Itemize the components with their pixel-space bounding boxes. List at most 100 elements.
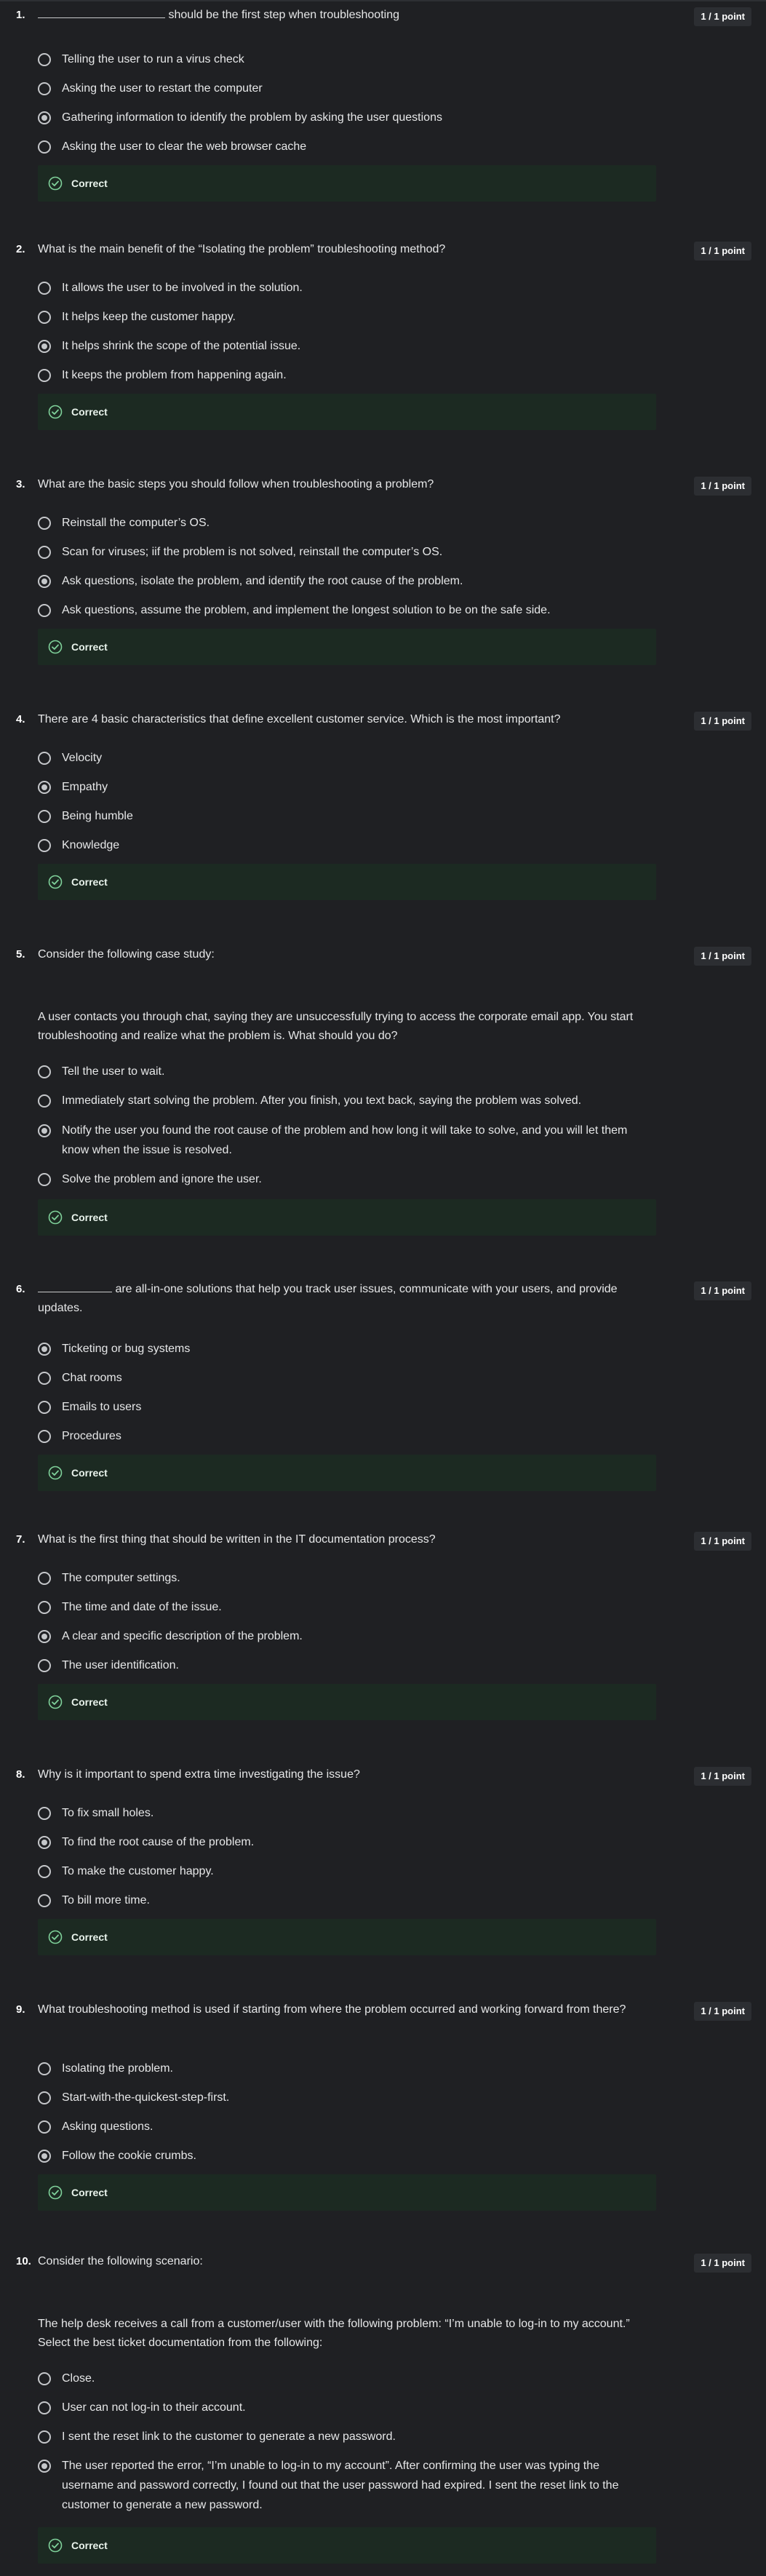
radio-button-icon[interactable] <box>38 1124 51 1137</box>
question-number: 1. <box>16 9 25 21</box>
feedback-label: Correct <box>71 1467 108 1479</box>
question-prompt: What is the main benefit of the “Isolati… <box>38 243 446 255</box>
radio-button-icon[interactable] <box>38 369 51 382</box>
feedback-correct: Correct <box>38 1199 656 1236</box>
feedback-label: Correct <box>71 2540 108 2551</box>
radio-button-icon[interactable] <box>38 604 51 617</box>
question-prompt: should be the first step when troublesho… <box>38 6 642 25</box>
radio-button-icon[interactable] <box>38 1401 51 1414</box>
feedback-correct: Correct <box>38 1684 656 1720</box>
radio-button-icon[interactable] <box>38 2401 51 2414</box>
radio-button-icon[interactable] <box>38 2150 51 2163</box>
radio-button-icon[interactable] <box>38 1601 51 1614</box>
answer-option-label: Velocity <box>62 752 103 764</box>
radio-button-icon[interactable] <box>38 1372 51 1385</box>
radio-button-icon[interactable] <box>38 111 51 124</box>
answer-option-label: To bill more time. <box>62 1894 150 1907</box>
answer-option-label: The time and date of the issue. <box>62 1601 222 1613</box>
feedback-label: Correct <box>71 641 108 653</box>
radio-button-icon[interactable] <box>38 1430 51 1443</box>
radio-button-icon[interactable] <box>38 752 51 765</box>
question-prompt-text: are all-in-one solutions that help you t… <box>38 1283 618 1314</box>
answer-option-label: Isolating the problem. <box>62 2062 173 2075</box>
radio-button-icon[interactable] <box>38 517 51 530</box>
fill-in-blank <box>38 1281 112 1292</box>
answer-option-label: Gathering information to identify the pr… <box>62 111 442 124</box>
radio-button-icon[interactable] <box>38 1807 51 1820</box>
radio-button-icon[interactable] <box>38 2460 51 2473</box>
radio-button-icon[interactable] <box>38 53 51 66</box>
answer-option-label: Scan for viruses; iif the problem is not… <box>62 546 443 558</box>
answer-option-label: Ask questions, assume the problem, and i… <box>62 604 551 616</box>
check-circle-icon <box>48 1210 63 1225</box>
radio-button-icon[interactable] <box>38 1094 51 1108</box>
radio-button-icon[interactable] <box>38 781 51 794</box>
radio-button-icon[interactable] <box>38 140 51 154</box>
question-prompt: Consider the following scenario: <box>38 2255 203 2267</box>
answer-option-label: Notify the user you found the root cause… <box>62 1124 628 1156</box>
answer-option-label: Emails to users <box>62 1401 142 1413</box>
answer-option-label: Ask questions, isolate the problem, and … <box>62 575 463 587</box>
radio-button-icon[interactable] <box>38 311 51 324</box>
radio-button-icon[interactable] <box>38 340 51 353</box>
radio-button-icon[interactable] <box>38 82 51 95</box>
feedback-label: Correct <box>71 1931 108 1943</box>
radio-button-icon[interactable] <box>38 1343 51 1356</box>
radio-button-icon[interactable] <box>38 1865 51 1878</box>
radio-button-icon[interactable] <box>38 1836 51 1849</box>
fill-in-blank <box>38 7 165 18</box>
answer-option-label: The user reported the error, “I’m unable… <box>62 2460 619 2511</box>
radio-button-icon[interactable] <box>38 839 51 852</box>
radio-button-icon[interactable] <box>38 810 51 823</box>
question-prompt: What is the first thing that should be w… <box>38 1533 436 1546</box>
check-circle-icon <box>48 1695 63 1709</box>
question-prompt: Consider the following case study: <box>38 948 215 961</box>
radio-button-icon[interactable] <box>38 1894 51 1907</box>
radio-button-icon[interactable] <box>38 282 51 295</box>
radio-button-icon[interactable] <box>38 2372 51 2385</box>
feedback-correct: Correct <box>38 629 656 665</box>
check-circle-icon <box>48 1466 63 1480</box>
feedback-correct: Correct <box>38 864 656 900</box>
question-number: 7. <box>16 1533 25 1546</box>
radio-button-icon[interactable] <box>38 2430 51 2444</box>
answer-option-label: To find the root cause of the problem. <box>62 1836 255 1848</box>
answer-option-label: Close. <box>62 2372 95 2385</box>
radio-button-icon[interactable] <box>38 546 51 559</box>
feedback-correct: Correct <box>38 165 656 202</box>
answer-option-label: Asking the user to clear the web browser… <box>62 140 307 153</box>
answer-option-label: It keeps the problem from happening agai… <box>62 369 287 381</box>
radio-button-icon[interactable] <box>38 2091 51 2104</box>
radio-button-icon[interactable] <box>38 575 51 588</box>
check-circle-icon <box>48 1930 63 1944</box>
check-circle-icon <box>48 640 63 654</box>
radio-button-icon[interactable] <box>38 1659 51 1672</box>
radio-button-icon[interactable] <box>38 1173 51 1186</box>
feedback-label: Correct <box>71 876 108 888</box>
radio-button-icon[interactable] <box>38 1630 51 1643</box>
feedback-label: Correct <box>71 1212 108 1223</box>
question-number: 5. <box>16 948 25 961</box>
question-prompt: What troubleshooting method is used if s… <box>38 2003 626 2016</box>
answer-option-label: Start-with-the-quickest-step-first. <box>62 2091 230 2104</box>
points-badge: 1 / 1 point <box>694 477 751 496</box>
points-badge: 1 / 1 point <box>694 947 751 966</box>
feedback-label: Correct <box>71 1696 108 1708</box>
radio-button-icon[interactable] <box>38 2120 51 2134</box>
answer-option-label: Asking questions. <box>62 2120 153 2133</box>
answer-option-label: Asking the user to restart the computer <box>62 82 263 95</box>
radio-button-icon[interactable] <box>38 1572 51 1585</box>
radio-button-icon[interactable] <box>38 1065 51 1078</box>
answer-option-label: The computer settings. <box>62 1572 180 1584</box>
points-badge: 1 / 1 point <box>694 2002 751 2021</box>
check-circle-icon <box>48 875 63 889</box>
top-divider <box>0 0 766 1</box>
question-number: 9. <box>16 2003 25 2016</box>
feedback-correct: Correct <box>38 394 656 430</box>
answer-option-label: Tell the user to wait. <box>62 1065 165 1078</box>
feedback-label: Correct <box>71 178 108 189</box>
radio-button-icon[interactable] <box>38 2062 51 2075</box>
question-prompt: are all-in-one solutions that help you t… <box>38 1280 642 1318</box>
points-badge: 1 / 1 point <box>694 1767 751 1786</box>
answer-option-label: Procedures <box>62 1430 121 1442</box>
